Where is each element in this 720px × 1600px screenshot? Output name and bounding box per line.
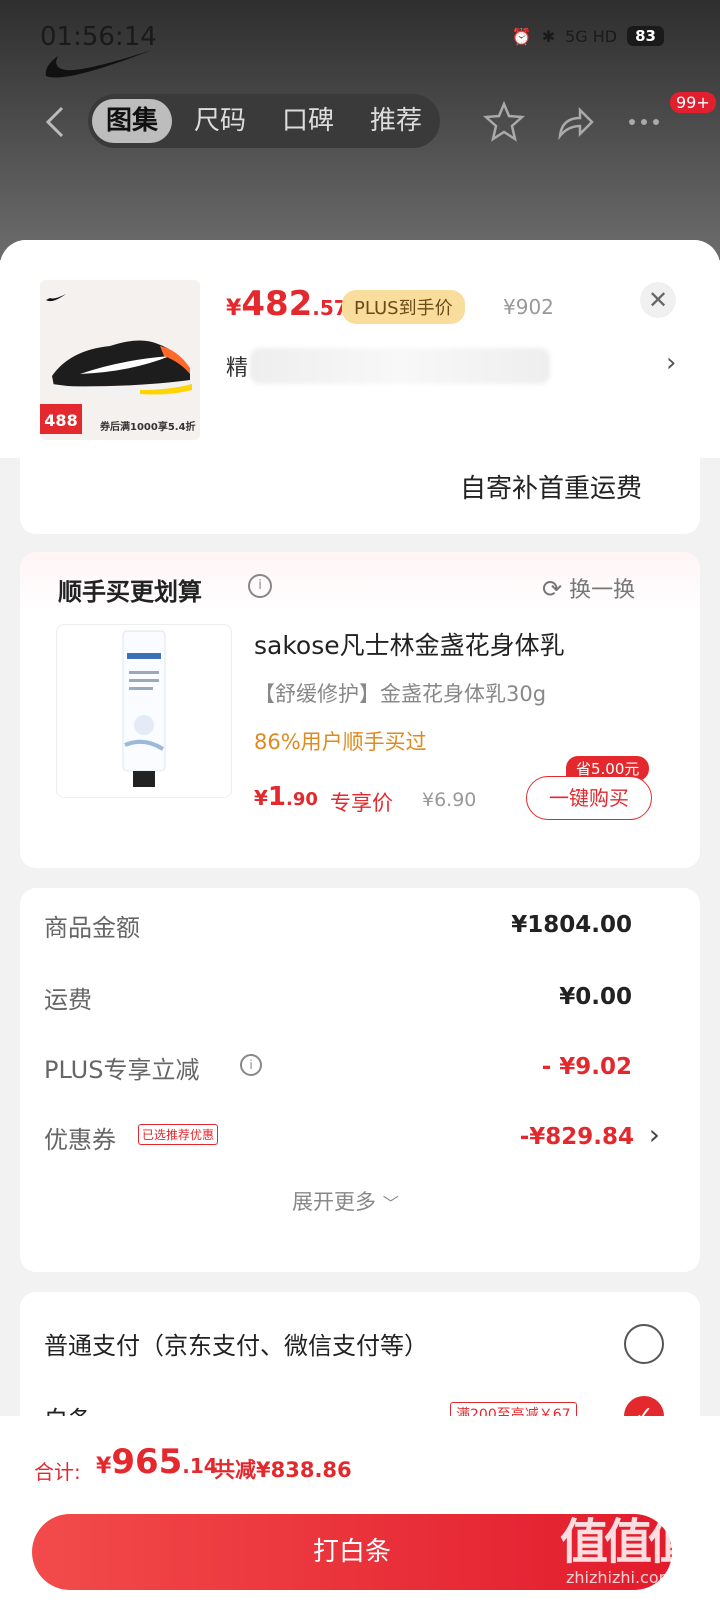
tab-size[interactable]: 尺码 [180,99,260,143]
back-icon[interactable] [36,100,76,144]
refresh-button[interactable]: ⟳ 换一换 [542,572,635,604]
chevron-down-icon: ﹀ [382,1194,399,1213]
plus-price-tag: PLUS到手价 [342,290,465,324]
addon-name: sakose凡士林金盏花身体乳 [254,631,565,660]
summary-value-plus: - ¥9.02 [541,1054,632,1080]
summary-label-coupon: 优惠券 [44,1126,116,1154]
variant-text-blurred [250,348,550,384]
shipping-note: 自寄补首重运费 [459,474,642,504]
summary-value-goods: ¥1804.00 [511,912,632,938]
refresh-icon: ⟳ [542,575,563,603]
alarm-icon: ⏰ [511,26,532,46]
addon-social-proof: 86%用户顺手买过 [254,730,427,754]
tab-recommend[interactable]: 推荐 [356,99,436,143]
tab-bar: 图集 尺码 口碑 推荐 [88,94,440,148]
checkout-bar: 合计: ¥965.14 共减¥838.86 打白条 值值值 zhizhizhi.… [0,1416,720,1600]
addon-card: 顺手买更划算 i ⟳ 换一换 sakose凡士林金盏花身体乳 【舒缓修护】金盏花… [20,552,700,868]
bluetooth-icon: ✱ [541,26,556,46]
thumb-caption: 券后满1000享5.4折 [100,422,196,433]
addon-title: 顺手买更划算 [58,578,202,606]
one-click-buy-button[interactable]: 一键购买 [526,776,652,820]
lotion-tube-image [122,630,166,787]
addon-original-price: ¥6.90 [422,789,477,811]
original-price: ¥902 [503,295,554,319]
info-icon[interactable]: i [240,1054,262,1076]
chevron-right-icon[interactable]: › [649,1118,660,1151]
total-label: 合计: [34,1460,81,1484]
summary-value-shipping: ¥0.00 [559,984,632,1010]
radio-normal[interactable] [624,1324,664,1364]
summary-value-coupon[interactable]: -¥829.84 [520,1124,634,1150]
more-icon[interactable] [622,100,666,144]
addon-thumbnail[interactable] [56,624,232,798]
product-price: ¥482.57 [226,284,348,324]
network-label: 5G HD [565,26,618,46]
share-icon[interactable] [552,100,596,144]
thumb-price-badge: 488 [40,404,82,434]
total-saved: 共减¥838.86 [214,1458,352,1482]
summary-label-goods: 商品金额 [44,914,140,942]
close-button[interactable]: ✕ [640,282,676,318]
addon-price-label: 专享价 [330,791,393,815]
variant-selector[interactable]: 精 › [226,346,686,384]
star-icon[interactable] [482,100,526,144]
price-summary-card: 商品金额 ¥1804.00 运费 ¥0.00 PLUS专享立减 i - ¥9.0… [20,888,700,1272]
summary-label-shipping: 运费 [44,986,92,1014]
shipping-note-card: 自寄补首重运费 [20,458,700,534]
watermark-logo: 值值值 [560,1514,696,1570]
status-icons: ⏰ ✱ 5G HD 83 [512,26,664,46]
coupon-tag: 已选推荐优惠 [138,1124,219,1145]
refresh-label: 换一换 [569,578,636,603]
expand-more-button[interactable]: 展开更多 ﹀ [292,1186,399,1216]
chevron-right-icon: › [666,348,677,378]
tab-reviews[interactable]: 口碑 [268,99,348,143]
battery-indicator: 83 [627,26,664,46]
addon-price: ¥1.90 [254,782,318,812]
product-thumbnail[interactable]: 488 券后满1000享5.4折 [40,280,200,440]
watermark-url: zhizhizhi.com [566,1568,675,1587]
total-amount: ¥965.14 [96,1442,218,1482]
payment-option-normal[interactable]: 普通支付（京东支付、微信支付等） [44,1326,428,1361]
summary-label-plus: PLUS专享立减 [44,1056,200,1084]
variant-label: 精 [226,356,249,381]
nike-logo-icon [45,50,152,78]
info-icon[interactable]: i [248,574,272,598]
tab-gallery[interactable]: 图集 [92,99,172,143]
message-badge: 99+ [670,92,716,113]
expand-more-label: 展开更多 [292,1190,376,1214]
addon-subtitle: 【舒缓修护】金盏花身体乳30g [254,682,547,706]
